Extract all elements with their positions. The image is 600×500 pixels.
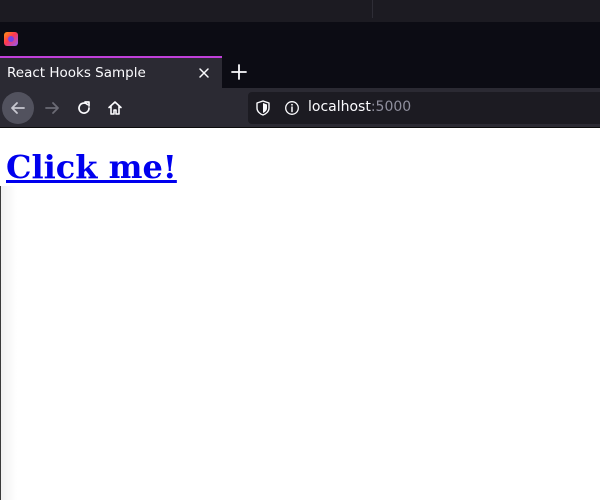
tab-react-hooks-sample[interactable]: React Hooks Sample [0, 56, 222, 88]
reload-icon [78, 101, 90, 114]
plus-icon[interactable] [228, 61, 250, 83]
shield-icon[interactable] [256, 100, 270, 120]
home-icon [108, 101, 122, 115]
tab-strip: React Hooks Sample [0, 56, 600, 88]
page-content: Click me! [0, 128, 600, 500]
url-text: localhost:5000 [308, 99, 411, 115]
address-bar[interactable]: localhost:5000 [248, 92, 600, 124]
url-port: :5000 [370, 99, 412, 115]
system-top-bar [0, 0, 600, 22]
top-bar-divider [372, 0, 373, 18]
arrow-right-icon [45, 102, 59, 114]
arrow-left-icon [11, 102, 25, 114]
url-host: localhost [308, 99, 371, 115]
close-icon[interactable] [195, 64, 213, 82]
content-left-shadow [1, 186, 17, 500]
reload-button[interactable] [68, 92, 100, 124]
home-button[interactable] [99, 92, 131, 124]
back-button[interactable] [2, 92, 34, 124]
info-icon[interactable] [284, 100, 300, 120]
navigation-toolbar: localhost:5000 [0, 88, 600, 128]
window-titlebar [0, 22, 600, 56]
click-me-link[interactable]: Click me! [6, 148, 177, 186]
forward-button[interactable] [36, 92, 68, 124]
firefox-icon [4, 32, 18, 46]
tab-title: React Hooks Sample [7, 65, 146, 81]
